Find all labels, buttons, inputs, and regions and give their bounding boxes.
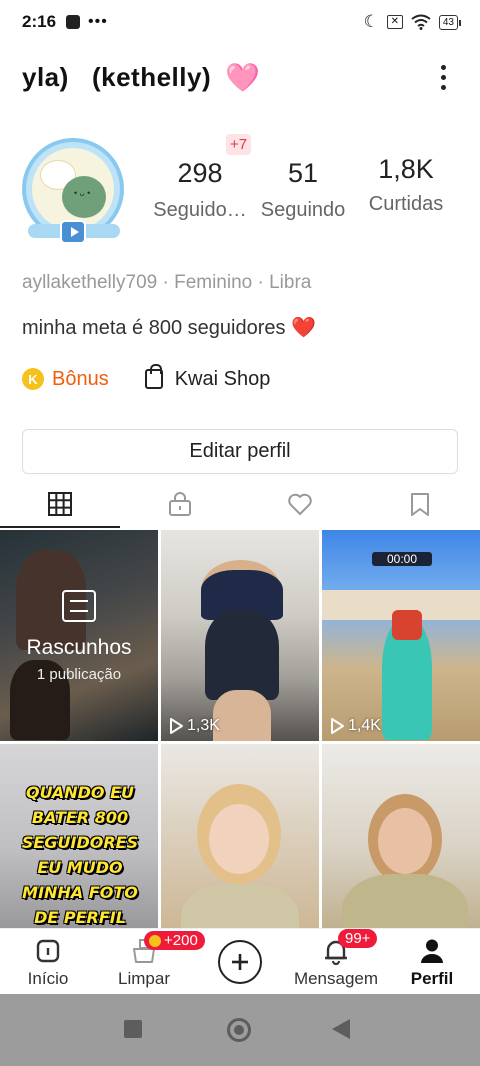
more-options-icon[interactable] xyxy=(428,64,458,90)
system-navigation-bar xyxy=(0,994,480,1066)
profile-links: K Bônus Kwai Shop xyxy=(22,364,270,394)
avatar[interactable]: • ᴗ • xyxy=(20,136,128,248)
tab-private[interactable] xyxy=(120,480,240,528)
game-timer: 00:00 xyxy=(372,552,432,566)
following-stat[interactable]: 51 Seguindo xyxy=(256,158,350,222)
view-count: 1,3K xyxy=(169,717,220,735)
profile-meta: ayllakethelly709 · Feminino · Libra xyxy=(22,272,312,293)
profile-title: yla) (kethelly) xyxy=(22,61,212,92)
red-heart-emoji: ❤️ xyxy=(291,317,316,339)
drafts-cell[interactable]: Rascunhos 1 publicação xyxy=(0,530,158,741)
video-thumbnail[interactable]: 00:00 1,4K xyxy=(322,530,480,741)
grid-icon xyxy=(48,492,72,516)
wifi-icon xyxy=(411,14,431,30)
home-button-icon[interactable] xyxy=(227,1018,251,1042)
following-label: Seguindo xyxy=(260,199,346,221)
nav-clean[interactable]: Limpar +200 xyxy=(96,929,205,995)
heart-icon xyxy=(288,493,312,515)
nav-messages-label: Mensagem xyxy=(293,969,379,988)
tab-liked[interactable] xyxy=(240,480,360,528)
back-icon[interactable] xyxy=(332,1019,350,1039)
bio-text: minha meta é 800 seguidores xyxy=(22,317,286,339)
nav-create[interactable] xyxy=(192,929,288,995)
create-button[interactable] xyxy=(218,940,262,984)
nav-home-label: Início xyxy=(27,969,69,988)
coin-icon xyxy=(149,935,161,947)
tab-posts[interactable] xyxy=(0,480,120,528)
content-tabs xyxy=(0,480,480,528)
lock-icon xyxy=(169,492,191,516)
nav-messages[interactable]: Mensagem 99+ xyxy=(288,929,384,995)
play-icon xyxy=(170,718,183,734)
drafts-count: 1 publicação xyxy=(36,666,122,683)
nav-clean-label: Limpar xyxy=(118,969,170,988)
bookmark-icon xyxy=(411,493,429,516)
more-notifications-icon: ••• xyxy=(88,13,108,30)
do-not-disturb-icon: ☾ xyxy=(363,12,379,31)
followers-count: 298 xyxy=(177,158,223,188)
drafts-title: Rascunhos xyxy=(26,636,132,659)
edit-profile-button[interactable]: Editar perfil xyxy=(22,429,458,474)
tab-saved[interactable] xyxy=(360,480,480,528)
likes-label: Curtidas xyxy=(368,193,444,215)
followers-stat[interactable]: 298 Seguido… xyxy=(148,158,252,222)
no-sim-icon: ✕ xyxy=(386,15,403,29)
app-notification-icon xyxy=(66,15,81,29)
battery-icon: 43 xyxy=(438,14,462,30)
shopping-bag-icon xyxy=(144,364,163,389)
drafts-icon xyxy=(62,590,96,622)
kwai-shop-link[interactable]: Kwai Shop xyxy=(175,368,271,391)
video-grid: Rascunhos 1 publicação 1,3K 00:00 1,4K Q… xyxy=(0,530,480,928)
home-icon xyxy=(36,939,60,963)
recent-apps-icon[interactable] xyxy=(124,1020,142,1038)
likes-count: 1,8K xyxy=(378,154,434,184)
status-time: 2:16 xyxy=(22,12,57,31)
bottom-navigation: Início Limpar +200 Mensagem 99+ Perfil xyxy=(0,928,480,994)
profile-bio: minha meta é 800 seguidores ❤️ xyxy=(22,315,316,340)
status-bar: 2:16 ••• ☾ ✕ 43 xyxy=(0,0,480,44)
nav-profile-label: Perfil xyxy=(410,969,454,988)
play-icon xyxy=(331,718,344,734)
video-thumbnail[interactable]: 1,3K xyxy=(161,530,319,741)
nav-profile[interactable]: Perfil xyxy=(384,929,480,995)
messages-badge: 99+ xyxy=(338,929,378,948)
followers-label: Seguido… xyxy=(153,199,247,221)
video-thumbnail[interactable] xyxy=(322,744,480,928)
view-count: 1,4K xyxy=(330,717,381,735)
avatar-video-icon xyxy=(60,220,86,244)
coin-icon: K xyxy=(22,368,44,390)
video-thumbnail[interactable] xyxy=(161,744,319,928)
bonus-link[interactable]: Bônus xyxy=(52,368,109,391)
new-followers-badge: +7 xyxy=(226,134,252,155)
video-caption: QUANDO EU BATER 800 SEGUIDORES EU MUDO M… xyxy=(21,783,139,927)
nav-home[interactable]: Início xyxy=(0,929,96,995)
video-thumbnail[interactable]: QUANDO EU BATER 800 SEGUIDORES EU MUDO M… xyxy=(0,744,158,928)
following-count: 51 xyxy=(287,158,319,188)
likes-stat[interactable]: 1,8K Curtidas xyxy=(362,154,450,216)
pink-heart-emoji: 🩷 xyxy=(225,61,260,93)
profile-header: yla) (kethelly) 🩷 xyxy=(0,48,480,106)
person-icon xyxy=(421,939,443,963)
plus-icon xyxy=(232,954,248,970)
